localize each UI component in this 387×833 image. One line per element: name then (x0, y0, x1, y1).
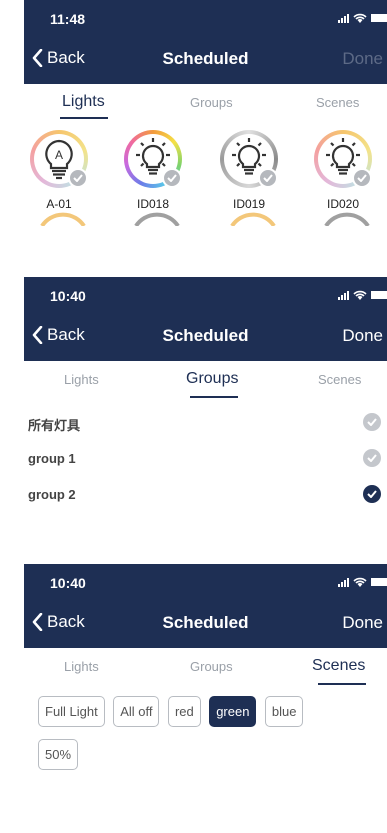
tab-lights[interactable]: Lights (64, 372, 99, 387)
group-list: 所有灯具 group 1 group 2 (24, 401, 387, 513)
light-ring: A (30, 130, 88, 188)
status-time: 10:40 (50, 288, 86, 304)
screen-groups: 10:40 Back Scheduled Done Lights Groups … (24, 277, 387, 553)
scene-button-50-percent[interactable]: 50% (38, 739, 79, 770)
tab-scenes[interactable]: Scenes (316, 95, 359, 110)
next-row-ring-partial (134, 212, 180, 226)
tab-scenes[interactable]: Scenes (318, 372, 361, 387)
light-list: A A-01 ID018 ID019 ID020 (24, 124, 387, 226)
status-bar: 10:40 (24, 277, 387, 311)
light-label: A-01 (46, 197, 72, 211)
battery-icon (371, 578, 387, 586)
status-icons (338, 13, 387, 23)
battery-icon (371, 14, 387, 22)
tab-lights[interactable]: Lights (64, 659, 99, 674)
group-row[interactable]: group 1 (24, 441, 387, 477)
scene-button-full-light[interactable]: Full Light (38, 696, 105, 727)
light-item[interactable]: ID018 (124, 130, 186, 218)
scene-button-blue[interactable]: blue (264, 696, 304, 727)
tab-lights[interactable]: Lights (62, 93, 105, 111)
svg-text:A: A (55, 148, 63, 162)
light-label: ID018 (136, 197, 170, 211)
scene-button-green[interactable]: green (209, 696, 257, 727)
done-button[interactable]: Done (342, 49, 383, 69)
check-icon (162, 168, 182, 188)
next-row-ring-partial (40, 212, 86, 226)
nav-bar: Back Scheduled Done (24, 311, 387, 361)
top-bar: 10:40 Back Scheduled Done (24, 277, 387, 361)
tab-bar: Lights Groups Scenes (24, 84, 387, 124)
tab-bar: Lights Groups Scenes (24, 648, 387, 688)
status-time: 10:40 (50, 575, 86, 591)
scene-list: Full Light All off red green blue 50% (24, 688, 387, 782)
nav-bar: Back Scheduled Done (24, 34, 387, 84)
battery-icon (371, 291, 387, 299)
tab-underline (190, 396, 238, 398)
tab-groups[interactable]: Groups (190, 659, 233, 674)
group-row[interactable]: 所有灯具 (24, 405, 387, 441)
light-item[interactable]: ID020 (314, 130, 376, 218)
check-icon (363, 413, 381, 431)
done-button[interactable]: Done (342, 326, 383, 346)
group-label: 所有灯具 (28, 418, 81, 433)
top-bar: 11:48 Back Scheduled Done (24, 0, 387, 84)
signal-icon (338, 13, 349, 23)
light-ring (314, 130, 372, 188)
status-time: 11:48 (50, 11, 86, 27)
signal-icon (338, 577, 349, 587)
screen-lights: 11:48 Back Scheduled Done Lights Groups … (24, 0, 387, 268)
tab-groups[interactable]: Groups (190, 95, 233, 110)
scene-button-all-off[interactable]: All off (113, 696, 160, 727)
scene-button-red[interactable]: red (167, 696, 201, 727)
signal-icon (338, 290, 349, 300)
group-label: group 1 (28, 451, 76, 466)
wifi-icon (353, 577, 367, 587)
light-item[interactable]: ID019 (220, 130, 282, 218)
light-label: ID019 (232, 197, 266, 211)
tab-underline (60, 117, 108, 119)
nav-bar: Back Scheduled Done (24, 598, 387, 648)
wifi-icon (353, 13, 367, 23)
group-label: group 2 (28, 487, 76, 502)
tab-scenes[interactable]: Scenes (312, 657, 365, 675)
status-bar: 10:40 (24, 564, 387, 598)
next-row-ring-partial (324, 212, 370, 226)
check-icon (258, 168, 278, 188)
check-icon (68, 168, 88, 188)
page-title: Scheduled (162, 326, 249, 345)
light-item[interactable]: A A-01 (30, 130, 92, 218)
group-row[interactable]: group 2 (24, 477, 387, 513)
check-icon (363, 485, 381, 503)
screen-scenes: 10:40 Back Scheduled Done Lights Groups … (24, 564, 387, 804)
top-bar: 10:40 Back Scheduled Done (24, 564, 387, 648)
done-button[interactable]: Done (342, 613, 383, 633)
light-ring (124, 130, 182, 188)
status-icons (338, 577, 387, 587)
light-label: ID020 (326, 197, 360, 211)
page-title: Scheduled (162, 613, 249, 632)
check-icon (363, 449, 381, 467)
page-title: Scheduled (162, 49, 249, 68)
next-row-ring-partial (230, 212, 276, 226)
check-icon (352, 168, 372, 188)
wifi-icon (353, 290, 367, 300)
tab-bar: Lights Groups Scenes (24, 361, 387, 401)
status-icons (338, 290, 387, 300)
light-ring (220, 130, 278, 188)
tab-underline (318, 683, 366, 685)
tab-groups[interactable]: Groups (186, 370, 238, 388)
status-bar: 11:48 (24, 0, 387, 34)
